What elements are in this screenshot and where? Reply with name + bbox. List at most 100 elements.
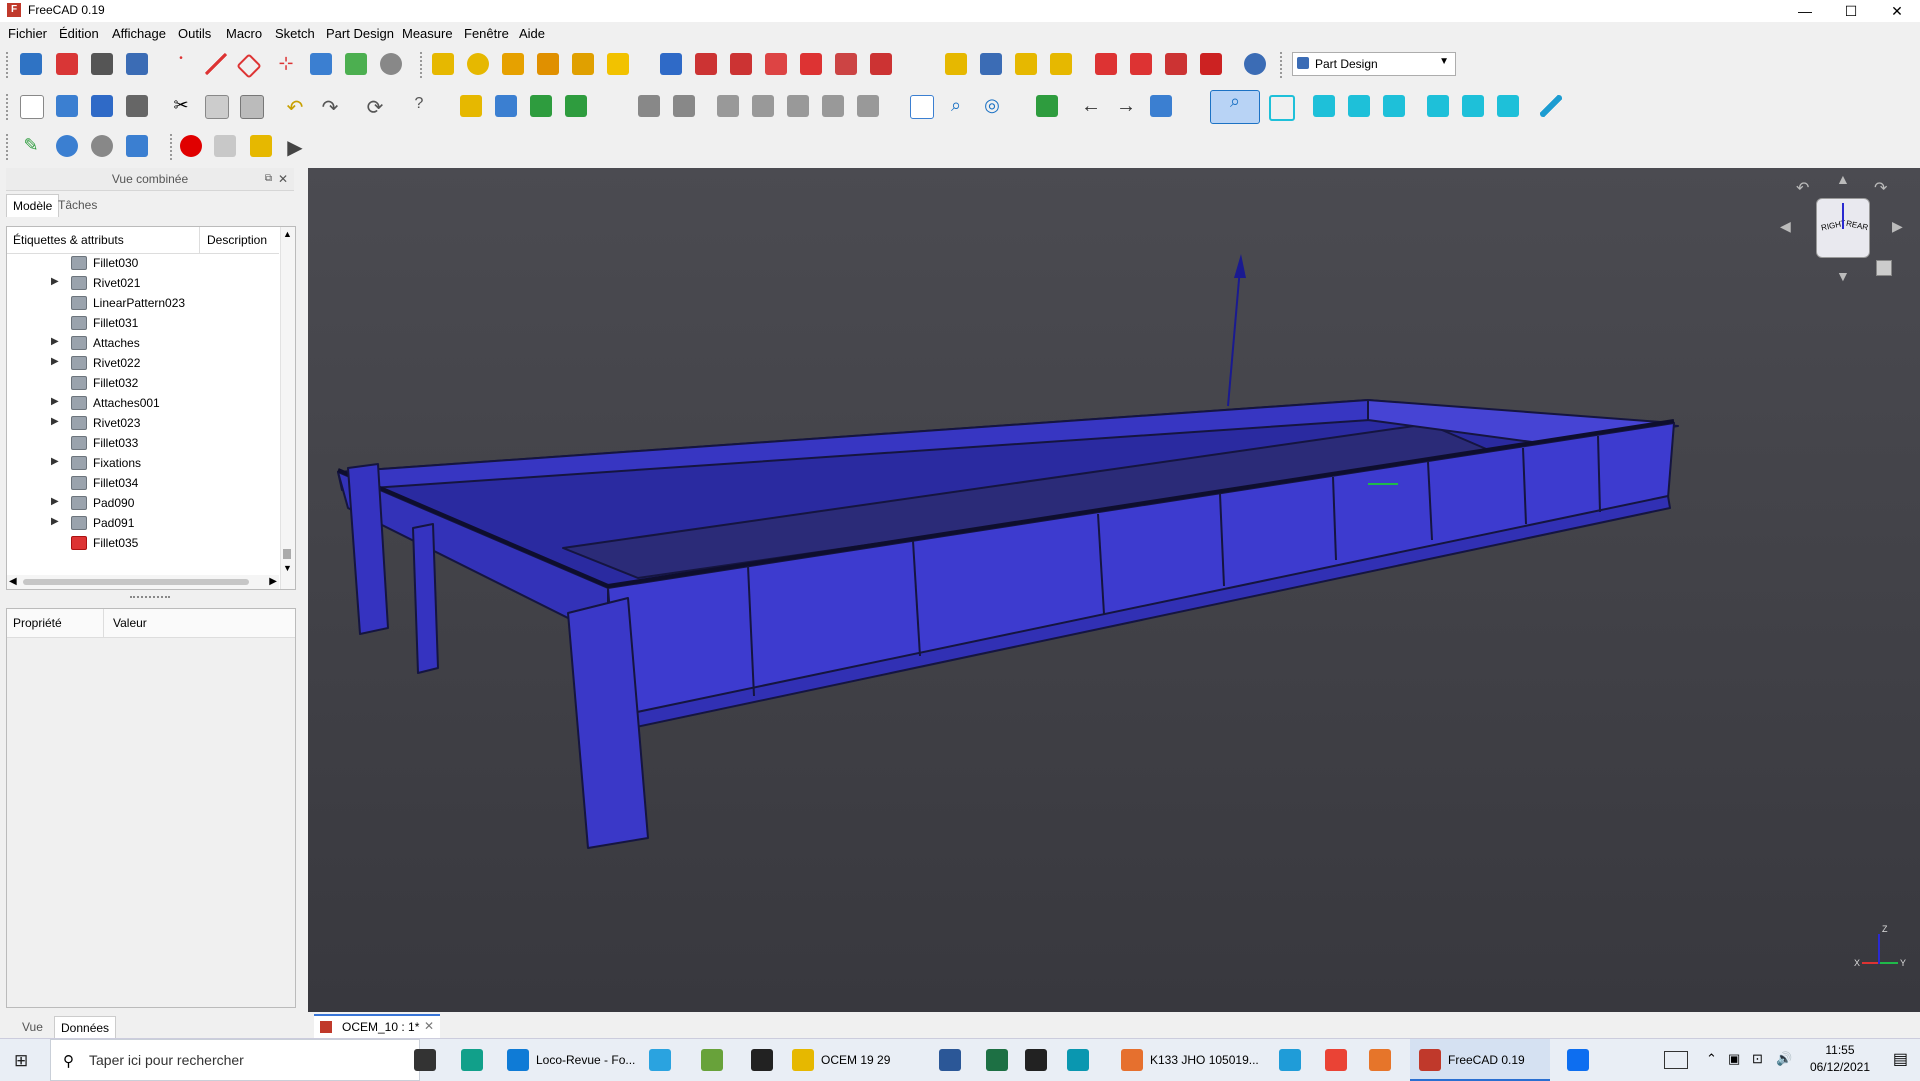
close-icon[interactable]: ✕: [278, 168, 288, 190]
polar-pattern-icon[interactable]: [1015, 53, 1037, 75]
close-window-button[interactable]: ✕: [1874, 0, 1920, 22]
draw-style-icon[interactable]: [673, 95, 695, 117]
tree-header-description[interactable]: Description: [207, 233, 267, 247]
tab-donnees[interactable]: Données: [54, 1016, 117, 1039]
taskbar-app[interactable]: [977, 1039, 1017, 1081]
top-view-icon[interactable]: [1348, 95, 1370, 117]
save-icon[interactable]: [91, 95, 113, 117]
groove-icon[interactable]: [730, 53, 752, 75]
devices-icon[interactable]: ▣: [1728, 1051, 1740, 1067]
local-cs-icon[interactable]: ⊹: [275, 53, 297, 75]
open-icon[interactable]: [56, 95, 78, 117]
expand-arrow-icon[interactable]: ▶: [51, 336, 59, 347]
keyboard-icon[interactable]: [1664, 1051, 1688, 1069]
workbench-selector[interactable]: Part Design ▼: [1292, 52, 1456, 76]
toolbar-grip[interactable]: [170, 134, 175, 160]
left-view-icon[interactable]: [1497, 95, 1519, 117]
taskbar-app[interactable]: FreeCAD 0.19: [1410, 1039, 1550, 1081]
toolbar-grip[interactable]: [1280, 52, 1285, 78]
subtractive-loft-icon[interactable]: [765, 53, 787, 75]
expand-arrow-icon[interactable]: ▶: [51, 356, 59, 367]
nav-left-arrow-icon[interactable]: ◀: [1780, 218, 1791, 235]
measure-distance-icon[interactable]: [787, 95, 809, 117]
run-macro-icon[interactable]: ▶: [284, 135, 306, 159]
taskbar-app[interactable]: [1270, 1039, 1310, 1081]
subtractive-pipe-icon[interactable]: [800, 53, 822, 75]
create-group-icon[interactable]: [495, 95, 517, 117]
tree-header-labels[interactable]: Étiquettes & attributs: [13, 233, 124, 247]
back-arrow-icon[interactable]: ←: [1080, 95, 1102, 117]
new-document-icon[interactable]: [20, 95, 44, 119]
hole-icon[interactable]: [695, 53, 717, 75]
nav-up-arrow-icon[interactable]: ▲: [1836, 171, 1850, 187]
tree-item[interactable]: Fillet032: [7, 373, 279, 393]
scroll-up-icon[interactable]: ▲: [283, 229, 292, 239]
expand-arrow-icon[interactable]: ▶: [51, 496, 59, 507]
attach-sketch-icon[interactable]: [56, 135, 78, 157]
expand-arrow-icon[interactable]: ▶: [51, 416, 59, 427]
pocket-icon[interactable]: [660, 53, 682, 75]
bottom-view-icon[interactable]: [1462, 95, 1484, 117]
tree-item[interactable]: ▶ Rivet022: [7, 353, 279, 373]
expand-arrow-icon[interactable]: ▶: [51, 396, 59, 407]
fit-selection-icon[interactable]: ⌕: [1210, 90, 1260, 124]
tree-item[interactable]: Fillet033: [7, 433, 279, 453]
right-view-icon[interactable]: [1383, 95, 1405, 117]
tab-vue[interactable]: Vue: [16, 1016, 49, 1038]
datum-plane-icon[interactable]: [236, 53, 262, 79]
tree-item[interactable]: Fillet035: [7, 533, 279, 553]
forward-arrow-icon[interactable]: →: [1115, 95, 1137, 117]
loft-icon[interactable]: [502, 53, 524, 75]
float-panel-icon[interactable]: ⧉: [265, 168, 272, 190]
taskbar-search[interactable]: ⚲ Taper ici pour rechercher: [50, 1039, 420, 1081]
nav-down-arrow-icon[interactable]: ▼: [1836, 268, 1850, 284]
fillet-icon[interactable]: [1095, 53, 1117, 75]
notifications-icon[interactable]: ▤: [1893, 1049, 1908, 1069]
scrollbar-thumb[interactable]: [283, 549, 291, 559]
cut-icon[interactable]: ✂: [170, 95, 192, 117]
toolbar-grip[interactable]: [6, 134, 11, 160]
taskbar-app[interactable]: Loco-Revue - Fo...: [498, 1039, 638, 1081]
toggle-clip-icon[interactable]: [822, 95, 844, 117]
redo-icon[interactable]: ↷: [319, 95, 341, 119]
bounding-box-icon[interactable]: [717, 95, 739, 117]
create-sketch-icon[interactable]: ✎: [20, 135, 42, 157]
3d-viewport[interactable]: ▲ ◀ ▶ ▼ ↶ ↷ RIGHT REAR Z X Y: [308, 168, 1920, 1012]
axonometric-icon[interactable]: ◎: [981, 95, 1003, 117]
scroll-left-icon[interactable]: ◀: [9, 576, 17, 587]
datum-point-icon[interactable]: •: [170, 53, 192, 75]
volume-icon[interactable]: 🔊: [1776, 1051, 1792, 1067]
tree-item[interactable]: ▶ Attaches: [7, 333, 279, 353]
boolean-icon[interactable]: [1244, 53, 1266, 75]
create-part-icon[interactable]: [56, 53, 78, 75]
stop-macro-icon[interactable]: [214, 135, 236, 157]
datum-line-icon[interactable]: [205, 53, 227, 75]
taskbar-app[interactable]: [692, 1039, 732, 1081]
menu-edition[interactable]: Édition: [59, 26, 99, 41]
tree-vertical-scrollbar[interactable]: ▲ ▼: [280, 227, 295, 589]
taskbar-app[interactable]: [1316, 1039, 1356, 1081]
menu-fenetre[interactable]: Fenêtre: [464, 26, 509, 41]
revolution-icon[interactable]: [467, 53, 489, 75]
selection-icon[interactable]: [752, 95, 774, 117]
refresh-icon[interactable]: ⟳: [364, 95, 386, 119]
tree-item[interactable]: Fillet031: [7, 313, 279, 333]
view-fit-selection-icon[interactable]: [1036, 95, 1058, 117]
subtractive-primitive-icon[interactable]: [870, 53, 892, 75]
clone-icon[interactable]: [345, 53, 367, 75]
pad-icon[interactable]: [432, 53, 454, 75]
cube-face-rear[interactable]: REAR: [1845, 219, 1869, 232]
menu-aide[interactable]: Aide: [519, 26, 545, 41]
undo-icon[interactable]: ↶: [284, 95, 306, 119]
toolbar-grip[interactable]: [420, 52, 425, 78]
tree-item[interactable]: ▶ Pad090: [7, 493, 279, 513]
rotate-left-icon[interactable]: ↶: [1796, 178, 1809, 198]
rear-view-icon[interactable]: [1427, 95, 1449, 117]
thickness-icon[interactable]: [1200, 53, 1222, 75]
chamfer-icon[interactable]: [1130, 53, 1152, 75]
shape-binder-icon[interactable]: [126, 53, 148, 75]
texture-icon[interactable]: [857, 95, 879, 117]
tree-horizontal-scrollbar[interactable]: ◀ ▶: [7, 575, 279, 589]
expand-arrow-icon[interactable]: ▶: [51, 456, 59, 467]
tree-item[interactable]: Fillet030: [7, 253, 279, 273]
